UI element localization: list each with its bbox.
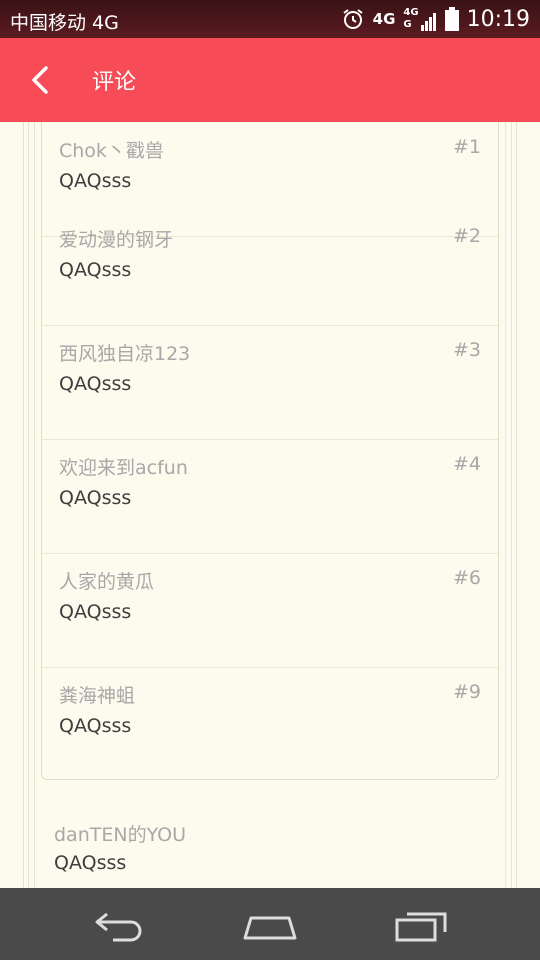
comment-author[interactable]: Chok丶戳兽 (59, 136, 164, 163)
comment-author[interactable]: 粪海神蛆 (59, 681, 135, 708)
comment-item[interactable]: 爱动漫的钢牙 #2 QAQsss (42, 211, 498, 326)
battery-icon (444, 7, 459, 31)
comment-text: QAQsss (59, 259, 132, 281)
toolbar: 评论 (0, 38, 540, 122)
comment-text: QAQsss (59, 487, 132, 509)
comment-floor: #4 (452, 453, 481, 475)
clock: 10:19 (466, 6, 530, 32)
status-icons: 4G 4G G 10:19 (341, 6, 530, 32)
status-bar: 中国移动 4G 4G 4G G 10:19 (0, 0, 540, 38)
comment-floor: #1 (452, 136, 481, 158)
nav-back-icon[interactable] (85, 902, 155, 946)
page-title: 评论 (92, 70, 137, 95)
network-type: 4G (372, 10, 396, 28)
comment-author[interactable]: danTEN的YOU (54, 820, 186, 847)
comment-text: QAQsss (54, 852, 127, 874)
comment-author[interactable]: 人家的黄瓜 (59, 567, 154, 594)
nav-recents-icon[interactable] (387, 902, 457, 946)
comment-author[interactable]: 爱动漫的钢牙 (59, 225, 173, 252)
comment-thread[interactable]: Chok丶戳兽 #1 QAQsss 爱动漫的钢牙 #2 QAQsss 西风独自凉… (0, 122, 540, 888)
quoted-comments-card: Chok丶戳兽 #1 QAQsss 爱动漫的钢牙 #2 QAQsss 西风独自凉… (41, 122, 499, 780)
alarm-icon (343, 9, 363, 29)
back-arrow-icon[interactable] (24, 62, 60, 98)
comment-item[interactable]: 粪海神蛆 #9 QAQsss (42, 667, 498, 781)
comment-floor: #6 (452, 567, 481, 589)
comment-floor: #2 (452, 225, 481, 247)
comment-author[interactable]: 欢迎来到acfun (59, 453, 188, 480)
comment-floor: #9 (452, 681, 481, 703)
nav-home-icon[interactable] (235, 902, 305, 946)
comment-text: QAQsss (59, 170, 132, 192)
comment-text: QAQsss (59, 715, 132, 737)
comment-author[interactable]: 西风独自凉123 (59, 339, 190, 366)
comment-item[interactable]: 人家的黄瓜 #6 QAQsss (42, 553, 498, 668)
comment-text: QAQsss (59, 373, 132, 395)
comment-text: QAQsss (59, 601, 132, 623)
comment-item[interactable]: 西风独自凉123 #3 QAQsss (42, 325, 498, 440)
comment-floor: #3 (452, 339, 481, 361)
signal-icon: 4G G (403, 7, 436, 31)
comment-item[interactable]: 欢迎来到acfun #4 QAQsss (42, 439, 498, 554)
navigation-bar (0, 888, 540, 960)
carrier-label: 中国移动 4G (10, 12, 119, 34)
